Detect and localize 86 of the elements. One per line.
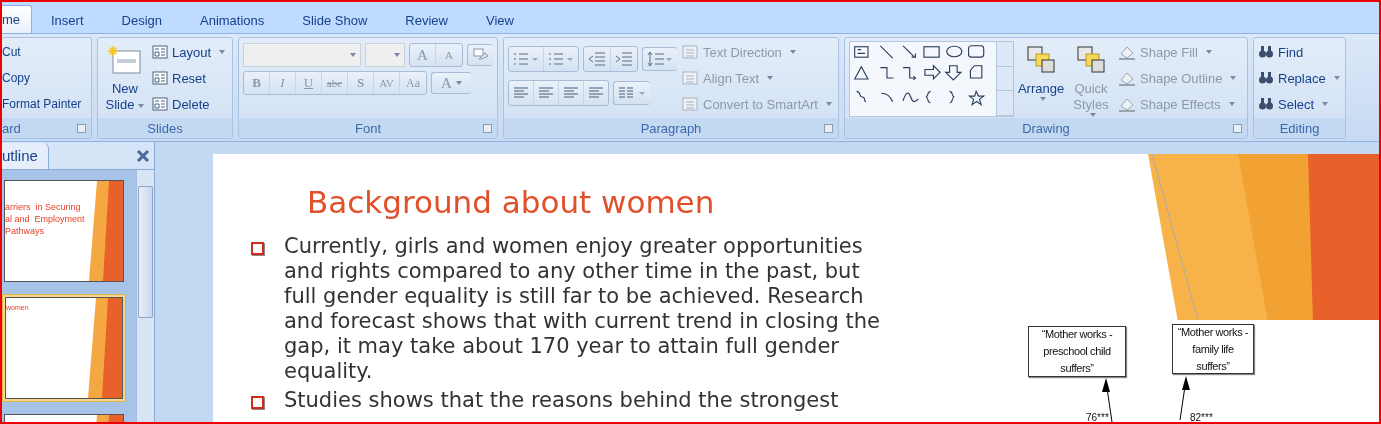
binoculars-icon (1258, 44, 1274, 60)
caret-icon (1322, 102, 1329, 106)
thumbnail-title: Pathways (5, 225, 45, 237)
shape-format-icon (1118, 70, 1136, 86)
indent-icon (615, 52, 633, 66)
new-slide-icon (108, 45, 142, 75)
text-layout-icon (681, 70, 699, 86)
ribbon-tab[interactable]: Insert (32, 7, 103, 33)
layout-icon (152, 71, 168, 85)
bullet-icon (251, 242, 264, 255)
caret-icon (767, 76, 774, 80)
ribbon-tab[interactable]: Animations (181, 7, 284, 33)
group-label: Font (355, 120, 381, 136)
caret-icon (1040, 97, 1046, 101)
command-button[interactable]: Reset (152, 67, 226, 89)
shape-format-icon (1118, 44, 1136, 60)
layout-icon (152, 97, 168, 111)
text-layout-icon (681, 44, 699, 60)
edge-label: 76*** (1086, 412, 1109, 422)
numbered-list-icon (548, 52, 574, 66)
ribbon-tab[interactable]: Design (102, 7, 181, 33)
dialog-launcher-icon[interactable] (77, 124, 86, 133)
line-spacing-icon (647, 51, 673, 67)
dialog-launcher-icon[interactable] (1233, 124, 1242, 133)
caret-icon (1205, 50, 1212, 54)
text-layout-icon (681, 96, 699, 112)
line-spacing-button[interactable] (642, 47, 677, 71)
shape-format-icon (1118, 96, 1136, 112)
align-icon (538, 87, 554, 99)
command-button[interactable]: Delete (152, 93, 226, 115)
ribbon-tab[interactable]: Review (386, 7, 467, 33)
ribbon-tab[interactable]: View (466, 7, 533, 33)
command-button[interactable]: Replace (1258, 67, 1341, 89)
caret-icon (138, 103, 145, 108)
ribbon-tab[interactable]: Slide Show (283, 7, 387, 33)
caret-icon (394, 53, 400, 57)
caret-icon (1333, 76, 1340, 80)
bullet-text: Currently, girls and women enjoy greater opportunities and rights compared to any other time in the past, but full gender equality is still far to be achieved. Research and forecast shows that with current trend in closing the gap, it may take about 170 year to attain full gender equality. (284, 234, 881, 384)
arrow-drawing (1178, 376, 1190, 420)
command-button[interactable]: Format Painter (2, 93, 87, 115)
caret-icon (1228, 102, 1235, 106)
caret-icon (455, 81, 462, 85)
diagram-node: “Mother works - preschool child suffers” (1028, 326, 1126, 377)
edge-label: 82*** (1190, 412, 1213, 422)
scrollbar[interactable] (136, 170, 154, 422)
command-button[interactable]: Copy (2, 67, 87, 89)
command-button[interactable]: Cut (2, 41, 87, 63)
columns-icon (618, 87, 646, 99)
caret-icon (825, 102, 832, 106)
group-label: ard (2, 120, 21, 136)
diagram-node: “Mother works - family life suffers” (1172, 324, 1254, 374)
thumbnail-title: arriers in Securing (5, 201, 81, 213)
large-command-button[interactable]: Arrange (1018, 41, 1064, 118)
align-icon (588, 87, 604, 99)
group-label: Drawing (1022, 120, 1070, 136)
slide-title: Background about women (307, 183, 716, 222)
caret-icon (219, 50, 226, 54)
align-icon (563, 87, 579, 99)
bullet-icon (251, 396, 264, 409)
caret-icon (349, 53, 356, 57)
binoculars-icon (1258, 96, 1274, 112)
close-icon[interactable] (136, 148, 150, 163)
dialog-launcher-icon[interactable] (824, 124, 833, 133)
layered-squares-icon (1074, 45, 1108, 75)
outline-tab[interactable]: utline (2, 142, 49, 169)
command-button[interactable]: Find (1258, 41, 1341, 63)
eraser-icon (472, 48, 489, 62)
caret-icon (1230, 76, 1237, 80)
columns-button[interactable] (613, 81, 650, 105)
command-button[interactable]: Layout (152, 41, 226, 63)
new-slide-button[interactable]: New Slide (102, 41, 148, 118)
group-label: Slides (147, 120, 183, 136)
group-label: Editing (1279, 120, 1320, 136)
align-icon (513, 87, 529, 99)
layout-icon (152, 45, 168, 59)
bullet-list-icon (513, 52, 539, 66)
binoculars-icon (1258, 70, 1274, 86)
layered-squares-icon (1024, 45, 1058, 75)
outdent-icon (588, 52, 606, 66)
caret-icon (789, 50, 796, 54)
bullet-text: Studies shows that the reasons behind the strongest (284, 388, 840, 413)
command-button[interactable]: Select (1258, 93, 1341, 115)
ribbon-tab[interactable]: me (2, 5, 32, 33)
thumbnail-title: al and Employment (5, 213, 85, 225)
slide-thumbnail[interactable]: arriers in Securing al and Employment Pathways (2, 178, 126, 284)
group-label: Paragraph (640, 120, 702, 136)
